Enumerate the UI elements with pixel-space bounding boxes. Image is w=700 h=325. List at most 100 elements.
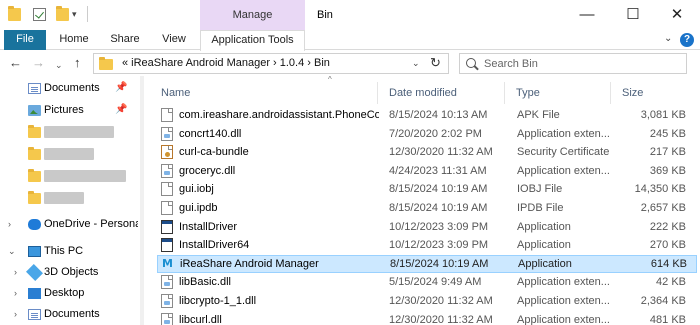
properties-check-icon[interactable] <box>33 8 46 21</box>
file-size: 2,657 KB <box>640 202 686 214</box>
recent-locations-chevron-icon[interactable]: ⌄ <box>55 56 63 74</box>
pin-icon[interactable]: 📌 <box>115 100 127 120</box>
file-type: Application exten... <box>517 276 610 289</box>
file-row[interactable]: gui.ipdb 8/15/2024 10:19 AM IPDB File 2,657… <box>157 199 697 217</box>
file-row[interactable]: libcurl.dll 12/30/2020 11:32 AM Applicatio… <box>157 311 697 325</box>
file-type: IPDB File <box>517 202 564 214</box>
certificate-icon <box>161 145 173 160</box>
column-header-date-modified[interactable]: Date modified <box>378 82 505 104</box>
nav-item-this-pc[interactable]: ⌄ This PC <box>0 241 138 261</box>
tab-share[interactable]: Share <box>102 30 148 50</box>
pin-icon[interactable]: 📌 <box>115 78 127 98</box>
file-row[interactable]: concrt140.dll 7/20/2020 2:02 PM Applicatio… <box>157 125 697 143</box>
column-header-type[interactable]: Type <box>505 82 611 104</box>
close-button[interactable]: ✕ <box>654 0 700 30</box>
file-size: 614 KB <box>650 257 687 270</box>
file-date-modified: 8/15/2024 10:19 AM <box>389 202 488 214</box>
manage-tab[interactable]: Manage <box>200 0 305 30</box>
tab-home[interactable]: Home <box>50 30 98 50</box>
expand-chevron-icon[interactable]: › <box>8 214 11 234</box>
cloud-icon <box>28 219 41 230</box>
exe-icon <box>161 219 173 234</box>
file-name: libcrypto-1_1.dll <box>179 295 257 307</box>
file-icon <box>161 182 173 197</box>
breadcrumb[interactable]: « iReaShare Android Manager › 1.0.4 › Bi… <box>122 54 330 73</box>
file-size: 3,081 KB <box>640 109 686 121</box>
nav-item-label: Documents <box>44 308 100 320</box>
file-row[interactable]: InstallDriver64 10/12/2023 3:09 PM Applica… <box>157 236 697 254</box>
file-row[interactable]: gui.iobj 8/15/2024 10:19 AM IOBJ File 14,35… <box>157 180 697 198</box>
nav-item-onedrive[interactable]: › OneDrive - Persona <box>0 214 138 234</box>
tab-file[interactable]: File <box>4 30 46 50</box>
file-size: 14,350 KB <box>634 183 686 196</box>
up-arrow-icon[interactable]: ↑ <box>74 54 81 72</box>
search-box[interactable] <box>459 53 687 74</box>
search-input[interactable] <box>484 55 684 72</box>
address-bar[interactable]: « iReaShare Android Manager › 1.0.4 › Bi… <box>93 53 449 74</box>
file-size: 217 KB <box>649 146 686 159</box>
file-row[interactable]: iReaShare Android Manager 8/15/2024 10:19… <box>157 254 697 273</box>
redacted-label <box>44 148 94 160</box>
refresh-icon[interactable]: ↻ <box>430 55 441 71</box>
maximize-button[interactable]: ☐ <box>610 0 656 30</box>
file-type: Application exten... <box>517 164 610 177</box>
nav-item-documents-pc[interactable]: › Documents <box>0 304 138 324</box>
nav-item-desktop[interactable]: › Desktop <box>0 283 138 303</box>
nav-item-pictures[interactable]: Pictures 📌 <box>0 100 138 120</box>
file-name: libBasic.dll <box>179 276 231 289</box>
file-date-modified: 10/12/2023 3:09 PM <box>389 220 489 233</box>
file-date-modified: 4/24/2023 11:31 AM <box>389 164 487 177</box>
file-type: Application exten... <box>517 295 610 307</box>
nav-item-hidden-folder[interactable] <box>0 166 138 186</box>
nav-item-label: 3D Objects <box>44 266 99 278</box>
file-name: InstallDriver64 <box>179 239 250 252</box>
forward-arrow-icon[interactable]: → <box>32 54 45 72</box>
file-date-modified: 8/15/2024 10:13 AM <box>389 109 488 121</box>
file-row[interactable]: curl-ca-bundle 12/30/2020 11:32 AM Securit… <box>157 143 697 161</box>
address-dropdown-chevron-icon[interactable]: ⌄ <box>412 58 420 69</box>
minimize-button[interactable]: — <box>564 0 610 30</box>
file-date-modified: 8/15/2024 10:19 AM <box>390 257 489 270</box>
ribbon-expand-chevron-icon[interactable]: ⌄ <box>664 33 672 44</box>
redacted-label <box>44 192 84 204</box>
expanded-chevron-icon[interactable]: ⌄ <box>8 241 16 261</box>
file-row[interactable]: InstallDriver 10/12/2023 3:09 PM Applicati… <box>157 218 697 236</box>
ireashare-app-icon <box>162 258 174 272</box>
file-type: Application exten... <box>517 127 610 140</box>
column-header-size[interactable]: Size <box>611 82 691 104</box>
file-size: 222 KB <box>649 220 686 233</box>
help-icon[interactable]: ? <box>680 33 694 47</box>
file-row[interactable]: com.ireashare.androidassistant.PhoneCo..… <box>157 106 697 124</box>
nav-item-documents[interactable]: Documents 📌 <box>0 78 138 98</box>
back-arrow-icon[interactable]: ← <box>9 54 22 72</box>
nav-item-label: Documents <box>44 82 100 94</box>
folder-icon <box>99 57 113 70</box>
file-size: 42 KB <box>656 276 686 289</box>
file-row[interactable]: groceryc.dll 4/24/2023 11:31 AM Applicatio… <box>157 162 697 180</box>
tab-view[interactable]: View <box>153 30 195 50</box>
tab-application-tools[interactable]: Application Tools <box>200 30 305 51</box>
dll-icon <box>161 312 173 325</box>
file-date-modified: 12/30/2020 11:32 AM <box>389 313 493 325</box>
file-name: concrt140.dll <box>179 127 242 140</box>
column-header-name[interactable]: Name <box>150 82 378 104</box>
expand-chevron-icon[interactable]: › <box>14 262 17 282</box>
file-name: InstallDriver <box>179 220 238 233</box>
3d-objects-icon <box>26 264 43 281</box>
quick-access-dropdown-icon[interactable]: ▾ <box>72 9 77 19</box>
expand-chevron-icon[interactable]: › <box>14 283 17 303</box>
nav-item-hidden-folder[interactable] <box>0 144 138 164</box>
nav-item-hidden-folder[interactable] <box>0 122 138 142</box>
expand-chevron-icon[interactable]: › <box>14 304 17 324</box>
nav-item-3d-objects[interactable]: › 3D Objects <box>0 262 138 282</box>
file-row[interactable]: libcrypto-1_1.dll 12/30/2020 11:32 AM Appl… <box>157 292 697 310</box>
file-name: groceryc.dll <box>179 164 236 177</box>
new-folder-icon[interactable] <box>56 6 69 21</box>
file-size: 369 KB <box>649 164 686 177</box>
address-toolbar: ← → ⌄ ↑ « iReaShare Android Manager › 1.… <box>0 51 700 75</box>
file-row[interactable]: libBasic.dll 5/15/2024 9:49 AM Application… <box>157 273 697 291</box>
navigation-pane-scrollbar[interactable] <box>140 76 144 325</box>
folder-icon[interactable] <box>8 6 21 21</box>
nav-item-hidden-folder[interactable] <box>0 188 138 208</box>
documents-icon <box>28 83 41 94</box>
